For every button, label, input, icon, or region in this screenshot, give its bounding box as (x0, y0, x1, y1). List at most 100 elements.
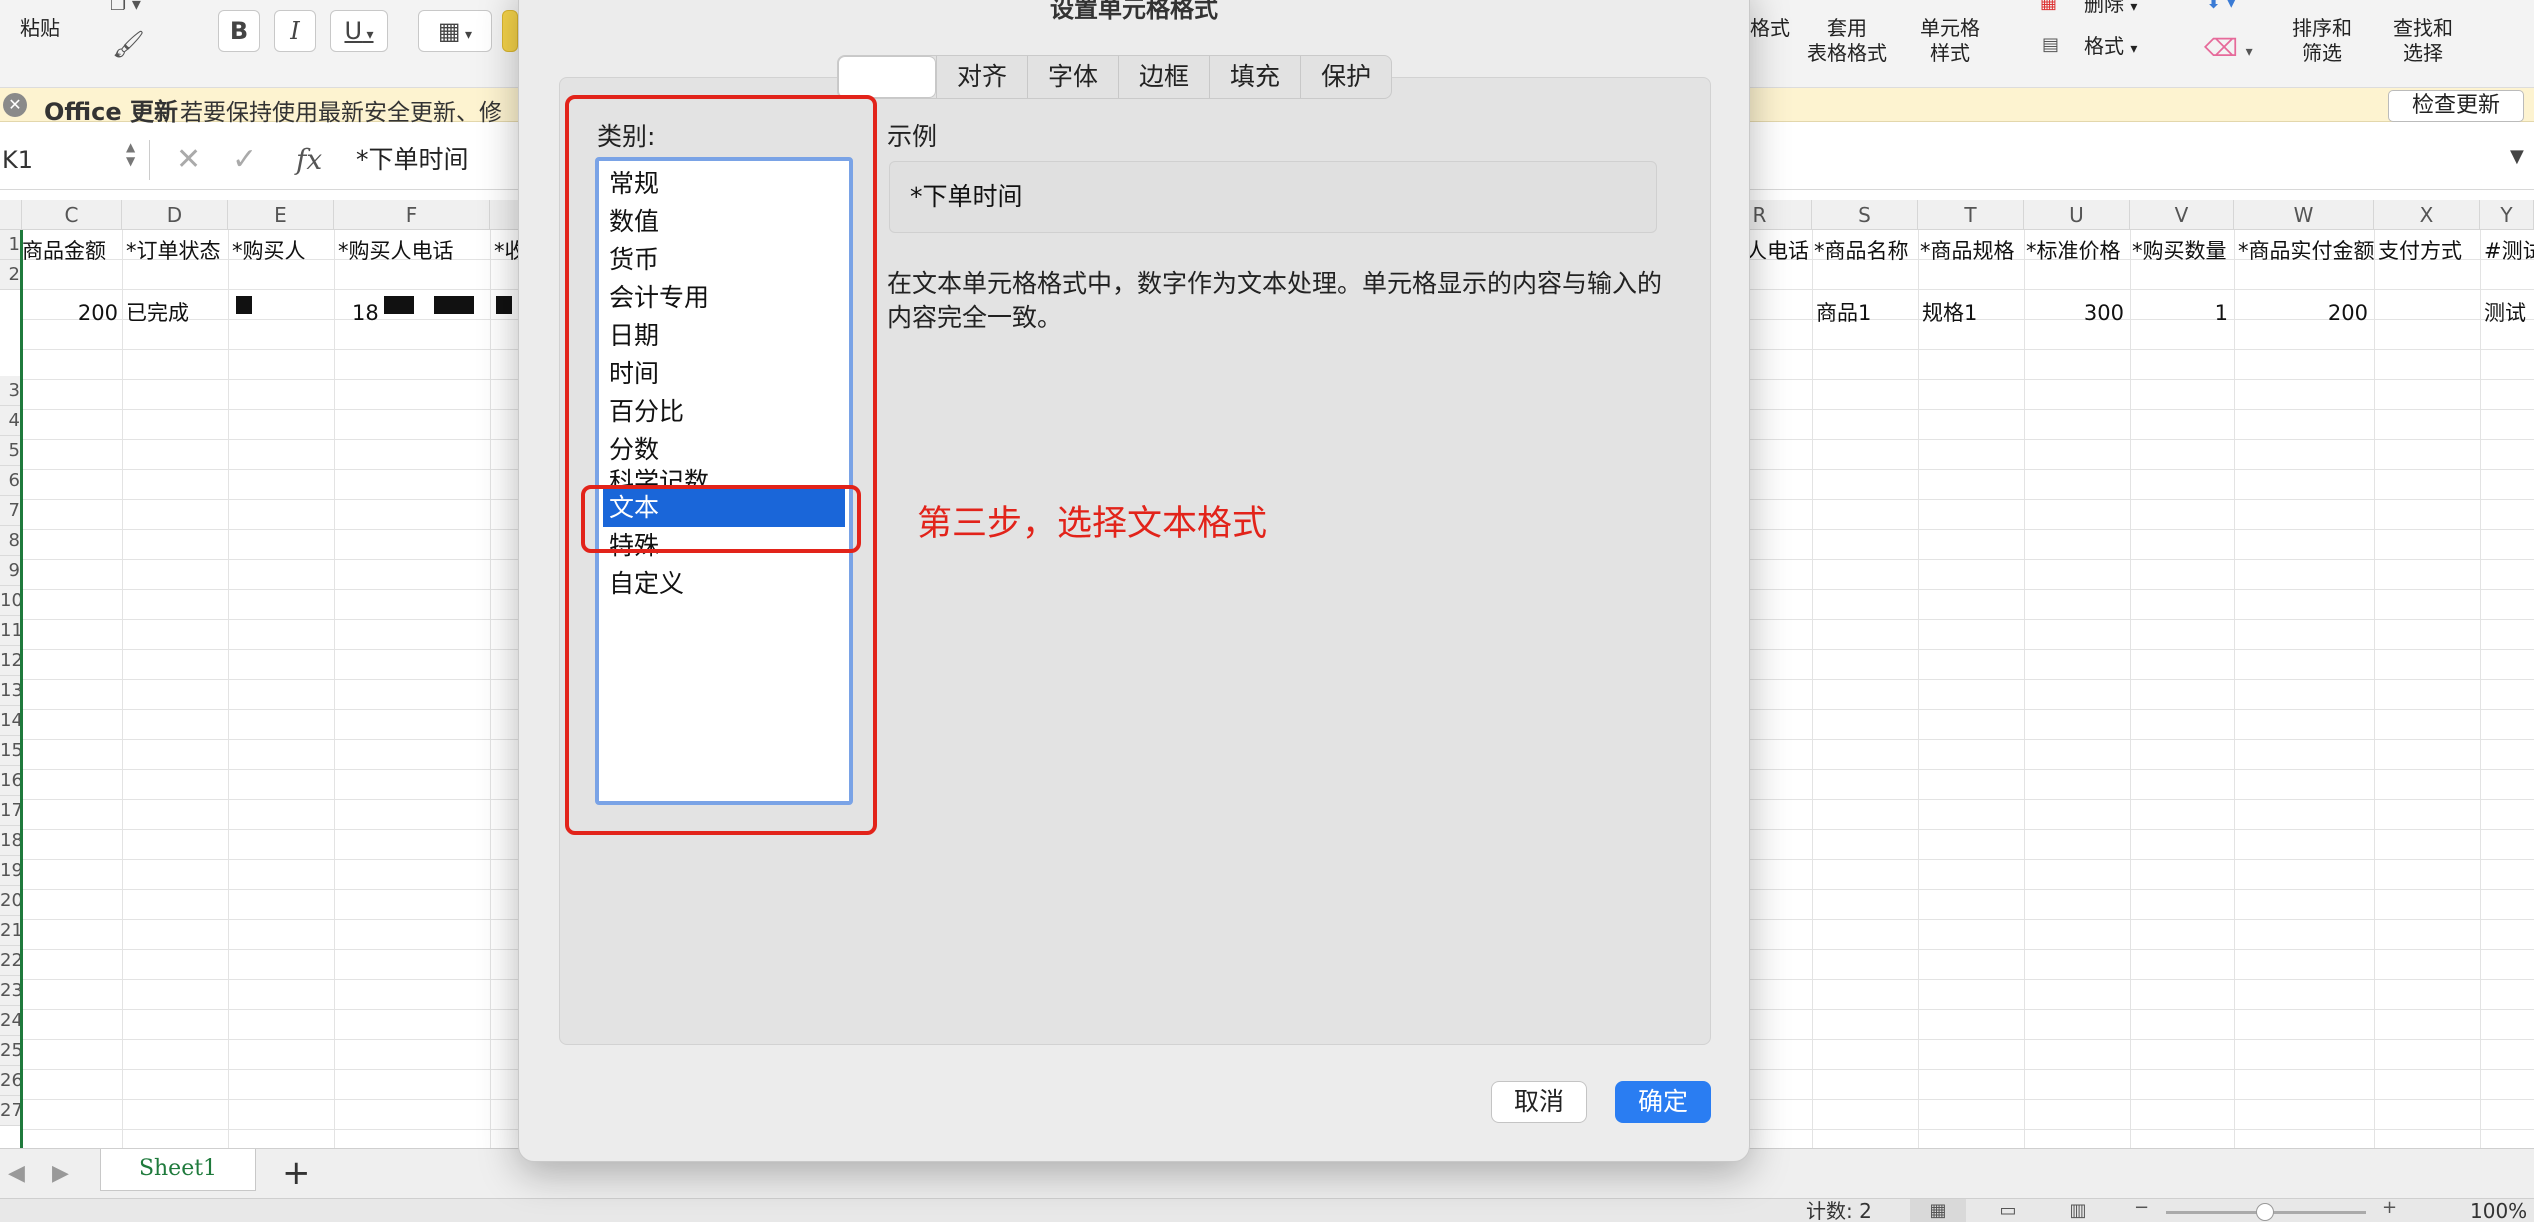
row-header-10[interactable]: 10 (0, 586, 22, 616)
row-header-24[interactable]: 24 (0, 1006, 22, 1036)
column-header-c[interactable]: C (22, 200, 122, 230)
paste-button[interactable]: 粘贴 (20, 16, 60, 41)
cancel-button[interactable]: 取消 (1491, 1081, 1587, 1123)
row-header-23[interactable]: 23 (0, 976, 22, 1006)
row-header-5[interactable]: 5 (0, 436, 22, 466)
cancel-entry-icon[interactable]: ✕ (176, 140, 201, 180)
cell-u2[interactable]: 300 (2026, 298, 2124, 328)
column-header-u[interactable]: U (2024, 200, 2130, 230)
zoom-slider-handle[interactable] (2256, 1203, 2274, 1221)
cell-r1[interactable]: 人电话 (1746, 236, 1810, 266)
row-header-17[interactable]: 17 (0, 796, 22, 826)
cell-v1[interactable]: *购买数量 (2132, 236, 2234, 266)
cell-y1[interactable]: #测试 (2484, 236, 2534, 266)
cell-e1[interactable]: *购买人 (232, 236, 332, 266)
formula-input[interactable]: *下单时间 (356, 142, 469, 178)
row-header-11[interactable]: 11 (0, 616, 22, 646)
sheet-tab-sheet1[interactable]: Sheet1 (100, 1149, 256, 1191)
eraser-icon[interactable]: ⌫ ▾ (2204, 34, 2253, 62)
borders-button[interactable]: ▦ ▾ (418, 10, 492, 52)
bold-button[interactable]: B (218, 10, 260, 52)
column-header-d[interactable]: D (122, 200, 228, 230)
cell-t2[interactable]: 规格1 (1922, 298, 2022, 328)
normal-view-icon[interactable]: ▦ (1910, 1199, 1966, 1222)
confirm-entry-icon[interactable]: ✓ (232, 140, 257, 180)
column-header-w[interactable]: W (2234, 200, 2374, 230)
cell-w1[interactable]: *商品实付金额 (2238, 236, 2374, 266)
row-header-15[interactable]: 15 (0, 736, 22, 766)
row-header-20[interactable]: 20 (0, 886, 22, 916)
row-header-22[interactable]: 22 (0, 946, 22, 976)
tab-border[interactable]: 边框 (1118, 56, 1209, 98)
format-painter-icon[interactable]: 🖌 (112, 30, 145, 60)
row-header-18[interactable]: 18 (0, 826, 22, 856)
cell-y2[interactable]: 测试 (2484, 298, 2534, 328)
row-header-9[interactable]: 9 (0, 556, 22, 586)
tab-protection[interactable]: 保护 (1300, 56, 1391, 98)
prev-sheet-icon[interactable]: ◀ (8, 1161, 25, 1186)
column-header-x[interactable]: X (2374, 200, 2480, 230)
column-header-t[interactable]: T (1918, 200, 2024, 230)
cell-w2[interactable]: 200 (2238, 298, 2368, 328)
row-header-26[interactable]: 26 (0, 1066, 22, 1096)
name-box-stepper-icon[interactable]: ▲ ▼ (126, 140, 135, 168)
column-header-s[interactable]: S (1812, 200, 1918, 230)
zoom-in-icon[interactable]: + (2382, 1197, 2397, 1218)
column-header-f[interactable]: F (334, 200, 490, 230)
row-header-14[interactable]: 14 (0, 706, 22, 736)
tab-fill[interactable]: 填充 (1209, 56, 1300, 98)
sort-filter-button[interactable]: 排序和 筛选 (2280, 16, 2364, 66)
format-button[interactable]: 格式 ▾ (2084, 34, 2137, 62)
page-break-view-icon[interactable]: ▥ (2050, 1199, 2106, 1222)
cell-style-button[interactable]: 单元格 样式 (1908, 16, 1992, 66)
cell-d1[interactable]: *订单状态 (126, 236, 226, 266)
row-header-19[interactable]: 19 (0, 856, 22, 886)
tab-alignment[interactable]: 对齐 (936, 56, 1027, 98)
row-header-8[interactable]: 8 (0, 526, 22, 556)
row-header-13[interactable]: 13 (0, 676, 22, 706)
row-header-25[interactable]: 25 (0, 1036, 22, 1066)
column-header-y[interactable]: Y (2480, 200, 2534, 230)
row-header-27[interactable]: 27 (0, 1096, 22, 1126)
cell-s2[interactable]: 商品1 (1816, 298, 1916, 328)
expand-formula-bar-icon[interactable]: ▼ (2510, 146, 2524, 167)
row-header-21[interactable]: 21 (0, 916, 22, 946)
row-header-6[interactable]: 6 (0, 466, 22, 496)
cell-d2[interactable]: 已完成 (126, 298, 226, 328)
copy-icon[interactable]: ❐ ▾ (110, 0, 141, 15)
row-header-4[interactable]: 4 (0, 406, 22, 436)
next-sheet-icon[interactable]: ▶ (52, 1161, 69, 1186)
tab-font[interactable]: 字体 (1027, 56, 1118, 98)
row-header-3[interactable]: 3 (0, 376, 22, 406)
column-header-e[interactable]: E (228, 200, 334, 230)
cell-v2[interactable]: 1 (2132, 298, 2228, 328)
apply-table-format-button[interactable]: 套用 表格格式 (1804, 16, 1890, 66)
row-header-2[interactable]: 2 (0, 260, 22, 290)
zoom-out-icon[interactable]: − (2134, 1197, 2149, 1218)
ok-button[interactable]: 确定 (1615, 1081, 1711, 1123)
cell-c2[interactable]: 200 (22, 298, 118, 328)
row-header-12[interactable]: 12 (0, 646, 22, 676)
delete-button[interactable]: 删除 ▾ (2084, 0, 2137, 20)
page-layout-view-icon[interactable]: ▭ (1980, 1199, 2036, 1222)
add-sheet-button[interactable]: + (282, 1153, 311, 1193)
cell-s1[interactable]: *商品名称 (1814, 236, 1918, 266)
row-header-16[interactable]: 16 (0, 766, 22, 796)
cell-c1[interactable]: 商品金额 (22, 236, 122, 266)
column-header-corner[interactable] (0, 200, 22, 230)
conditional-format-button[interactable]: 格式 (1750, 16, 1790, 41)
fill-color-button[interactable] (502, 10, 518, 52)
tab-number[interactable] (838, 56, 936, 98)
insert-function-icon[interactable]: fx (296, 140, 322, 180)
fill-icon[interactable]: ⬇ ▾ (2206, 0, 2236, 13)
cell-x1[interactable]: 支付方式 (2378, 236, 2480, 266)
close-icon[interactable]: ✕ (3, 93, 27, 117)
column-header-v[interactable]: V (2130, 200, 2234, 230)
row-header-7[interactable]: 7 (0, 496, 22, 526)
row-header-1[interactable]: 1 (0, 230, 22, 260)
check-updates-button[interactable]: 检查更新 (2388, 90, 2524, 122)
cell-f2[interactable]: 18 (352, 298, 382, 328)
cell-t1[interactable]: *商品规格 (1920, 236, 2024, 266)
italic-button[interactable]: I (274, 10, 316, 52)
find-select-button[interactable]: 查找和 选择 (2380, 16, 2466, 66)
